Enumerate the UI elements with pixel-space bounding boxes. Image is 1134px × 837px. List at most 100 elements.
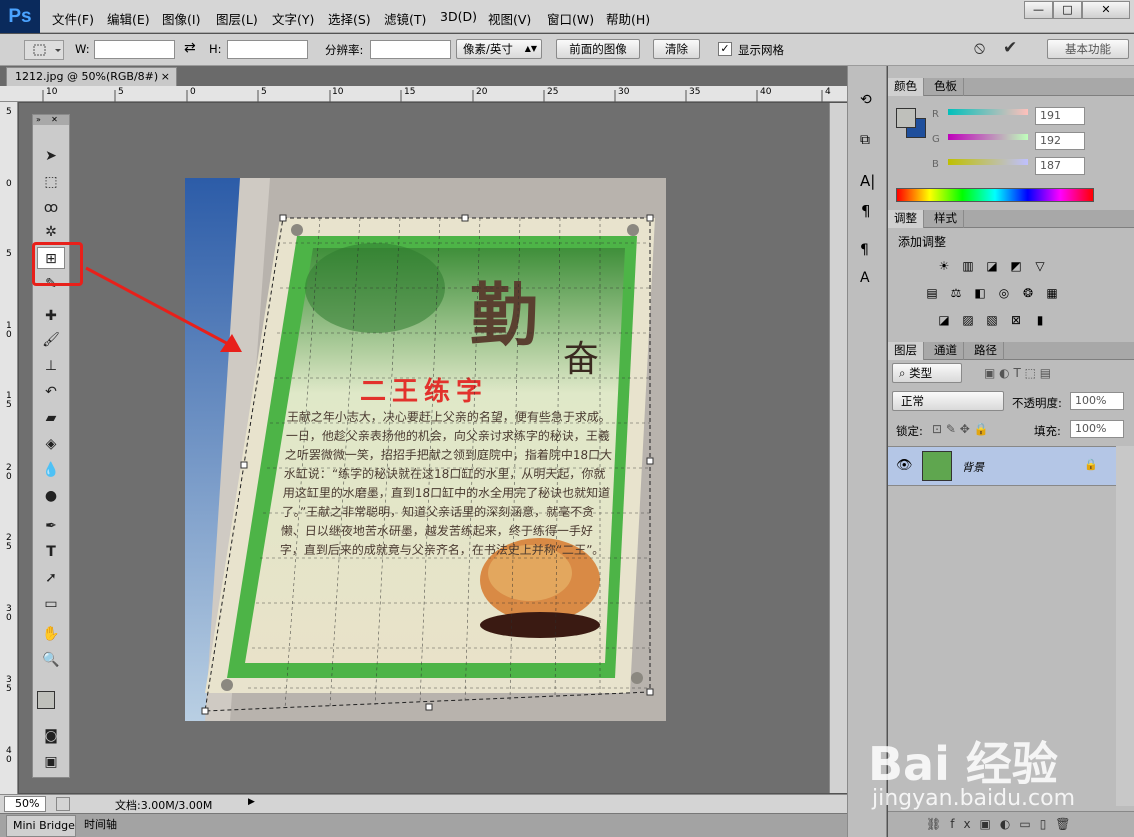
shape-tool-icon[interactable]: ▭ xyxy=(37,593,65,615)
show-grid-checkbox[interactable]: ✓ xyxy=(718,42,732,56)
type-tool-icon[interactable]: T xyxy=(37,541,65,563)
zoom-field[interactable]: 50% xyxy=(4,796,46,812)
screen-mode-icon[interactable]: ▣ xyxy=(37,751,65,773)
invert-icon[interactable]: ◪ xyxy=(936,313,952,327)
tab-swatches[interactable]: 色板 xyxy=(928,78,964,96)
workspace-button[interactable]: 基本功能 xyxy=(1047,39,1129,59)
menu-select[interactable]: 选择(S) xyxy=(328,9,371,28)
tab-channels[interactable]: 通道 xyxy=(928,342,964,360)
tab-paths[interactable]: 路径 xyxy=(968,342,1004,360)
hand-tool-icon[interactable]: ✋ xyxy=(37,623,65,645)
foreground-color-swatch[interactable] xyxy=(37,691,55,709)
blend-mode-select[interactable]: 正常 xyxy=(892,391,1004,411)
menu-type[interactable]: 文字(Y) xyxy=(272,9,314,28)
layers-scrollbar[interactable] xyxy=(1116,446,1134,806)
document-image[interactable]: 勤 奋 二王练字 王献之年小志大，决心要赶上父亲的名望，便有些急于求成。一日，他… xyxy=(185,178,666,721)
close-button[interactable]: ✕ xyxy=(1082,1,1130,19)
eraser-tool-icon[interactable]: ▰ xyxy=(37,407,65,429)
clear-button[interactable]: 清除 xyxy=(653,39,700,59)
unit-select[interactable]: 像素/英寸 ▲▼ xyxy=(456,39,542,59)
maximize-button[interactable]: □ xyxy=(1053,1,1082,19)
character-style-icon[interactable]: A xyxy=(860,270,870,286)
timeline-tab[interactable]: 时间轴 xyxy=(80,815,128,837)
brush-tool-icon[interactable]: 🖌 xyxy=(37,329,65,351)
menu-layer[interactable]: 图层(L) xyxy=(216,9,258,28)
hue-icon[interactable]: ▤ xyxy=(924,286,940,300)
character-icon[interactable]: A| xyxy=(860,172,875,190)
menu-view[interactable]: 视图(V) xyxy=(488,9,531,28)
vertical-scrollbar[interactable] xyxy=(829,103,847,793)
color-spectrum[interactable] xyxy=(896,188,1094,202)
eye-icon[interactable]: 👁 xyxy=(896,458,913,473)
color-lookup-icon[interactable]: ▦ xyxy=(1044,286,1060,300)
selective-color-icon[interactable]: ⊠ xyxy=(1008,313,1024,327)
quick-mask-icon[interactable]: ◙ xyxy=(37,725,65,747)
paragraph-icon[interactable]: ¶ xyxy=(861,202,871,220)
threshold-icon[interactable]: ▧ xyxy=(984,313,1000,327)
lasso-tool-icon[interactable]: ꝏ xyxy=(37,197,65,219)
posterize-icon[interactable]: ▨ xyxy=(960,313,976,327)
blur-tool-icon[interactable]: 💧 xyxy=(37,459,65,481)
pen-tool-icon[interactable]: ✒ xyxy=(37,515,65,537)
tool-preset-picker[interactable] xyxy=(24,40,64,60)
status-icon[interactable] xyxy=(56,797,70,811)
black-white-icon[interactable]: ◧ xyxy=(972,286,988,300)
status-menu-arrow-icon[interactable]: ▶ xyxy=(248,797,255,807)
menu-3d[interactable]: 3D(D) xyxy=(440,9,477,24)
close-icon[interactable]: × xyxy=(161,68,170,85)
cancel-icon[interactable]: ⦸ xyxy=(974,38,985,58)
commit-icon[interactable]: ✔ xyxy=(1003,38,1017,58)
menu-edit[interactable]: 编辑(E) xyxy=(107,9,150,28)
filter-icons[interactable]: ▣ ◐ T ⬚ ▤ xyxy=(984,366,1051,380)
document-tab[interactable]: 1212.jpg @ 50%(RGB/8#) × xyxy=(6,67,177,86)
fill-field[interactable]: 100% xyxy=(1070,420,1124,438)
path-select-tool-icon[interactable]: ➚ xyxy=(37,567,65,589)
blue-value[interactable]: 187 xyxy=(1035,157,1085,175)
front-image-button[interactable]: 前面的图像 xyxy=(556,39,640,59)
photo-filter-icon[interactable]: ◎ xyxy=(996,286,1012,300)
red-slider[interactable] xyxy=(948,109,1028,115)
minimize-button[interactable]: — xyxy=(1024,1,1053,19)
move-tool-icon[interactable]: ➤ xyxy=(37,145,65,167)
green-slider[interactable] xyxy=(948,134,1028,140)
curves-icon[interactable]: ◪ xyxy=(984,259,1000,273)
properties-icon[interactable]: ⧉ xyxy=(860,132,870,148)
opacity-field[interactable]: 100% xyxy=(1070,392,1124,410)
exposure-icon[interactable]: ◩ xyxy=(1008,259,1024,273)
marquee-tool-icon[interactable]: ⬚ xyxy=(37,171,65,193)
dodge-tool-icon[interactable]: ● xyxy=(37,485,65,507)
menu-help[interactable]: 帮助(H) xyxy=(606,9,650,28)
toolbox-header[interactable]: » ✕ xyxy=(33,115,69,125)
tab-adjustments[interactable]: 调整 xyxy=(888,210,924,228)
menu-window[interactable]: 窗口(W) xyxy=(547,9,594,28)
height-field[interactable] xyxy=(227,40,308,59)
layers-footer-icons[interactable]: ⛓fx▣◐▭▯🗑 xyxy=(888,811,1134,837)
history-brush-tool-icon[interactable]: ↶ xyxy=(37,381,65,403)
vibrance-icon[interactable]: ▽ xyxy=(1032,259,1048,273)
menu-filter[interactable]: 滤镜(T) xyxy=(384,9,426,28)
red-value[interactable]: 191 xyxy=(1035,107,1085,125)
fg-color-swatch[interactable] xyxy=(896,108,916,128)
layer-kind-filter[interactable]: ⌕ 类型 xyxy=(892,363,962,383)
swap-icon[interactable]: ⇄ xyxy=(184,40,196,56)
levels-icon[interactable]: ▥ xyxy=(960,259,976,273)
mini-bridge-tab[interactable]: Mini Bridge xyxy=(6,815,76,837)
lock-icons[interactable]: ⊡ ✎ ✥ 🔒 xyxy=(932,422,989,436)
zoom-tool-icon[interactable]: 🔍 xyxy=(37,649,65,671)
layer-row[interactable]: 👁 背景 🔒 xyxy=(888,446,1116,486)
menu-file[interactable]: 文件(F) xyxy=(52,9,94,28)
gradient-map-icon[interactable]: ▮ xyxy=(1032,313,1048,327)
tab-layers[interactable]: 图层 xyxy=(888,342,924,360)
paint-bucket-tool-icon[interactable]: ◈ xyxy=(37,433,65,455)
width-field[interactable] xyxy=(94,40,175,59)
quick-select-tool-icon[interactable]: ✲ xyxy=(37,221,65,243)
menu-image[interactable]: 图像(I) xyxy=(162,9,200,28)
brightness-icon[interactable]: ☀ xyxy=(936,259,952,273)
green-value[interactable]: 192 xyxy=(1035,132,1085,150)
color-balance-icon[interactable]: ⚖ xyxy=(948,286,964,300)
healing-brush-tool-icon[interactable]: ✚ xyxy=(37,305,65,327)
resolution-field[interactable] xyxy=(370,40,451,59)
channel-mixer-icon[interactable]: ❂ xyxy=(1020,286,1036,300)
history-icon[interactable]: ⟲ xyxy=(860,92,872,108)
paragraph-style-icon[interactable]: ¶ xyxy=(860,242,869,258)
